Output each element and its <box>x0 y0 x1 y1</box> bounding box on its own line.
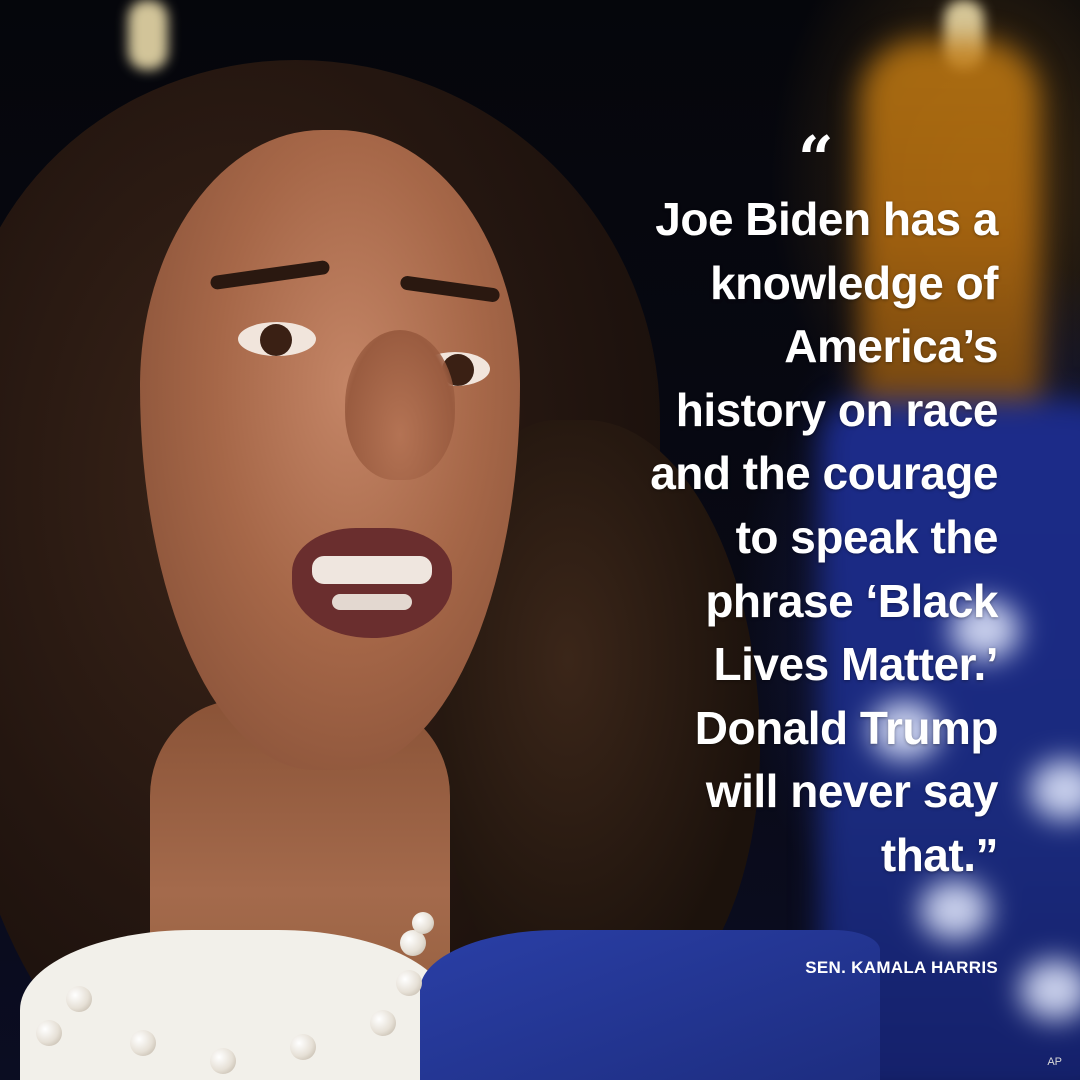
blue-jacket <box>420 930 880 1080</box>
quote-line: Joe Biden has a <box>655 193 998 245</box>
pearl <box>66 986 92 1012</box>
opening-quote-mark: “ <box>798 122 834 195</box>
quote-line: will never say <box>705 765 999 818</box>
left-eye <box>238 322 316 356</box>
quote-lines: Joe Biden has a knowledge of America’s h… <box>650 188 998 888</box>
left-iris <box>260 324 292 356</box>
quote-line: phrase ‘Black <box>705 574 998 627</box>
mouth <box>292 528 452 638</box>
nose <box>345 330 455 480</box>
quote-line: history on race <box>675 383 999 436</box>
flag-star <box>920 880 990 940</box>
pearl <box>290 1034 316 1060</box>
photo-credit: AP <box>1047 1056 1062 1068</box>
quote-card: “ Joe Biden has a knowledge of America’s… <box>0 0 1080 1080</box>
upper-teeth <box>312 556 432 584</box>
quote-line: America’s <box>784 320 998 373</box>
pearl <box>412 912 434 934</box>
quote-line: knowledge of <box>710 256 998 309</box>
quote-line: that.” <box>880 828 999 881</box>
pearl <box>130 1030 156 1056</box>
quote-line: Lives Matter.’ <box>713 638 999 691</box>
quote-line: to speak the <box>735 510 999 563</box>
pearl <box>396 970 422 996</box>
quote-line: Donald Trump <box>694 701 999 754</box>
quote-attribution: SEN. KAMALA HARRIS <box>805 958 998 977</box>
lower-teeth <box>332 594 412 610</box>
pearl <box>370 1010 396 1036</box>
pearl <box>210 1048 236 1074</box>
pearl <box>36 1020 62 1046</box>
quote-line: and the courage <box>650 447 998 500</box>
